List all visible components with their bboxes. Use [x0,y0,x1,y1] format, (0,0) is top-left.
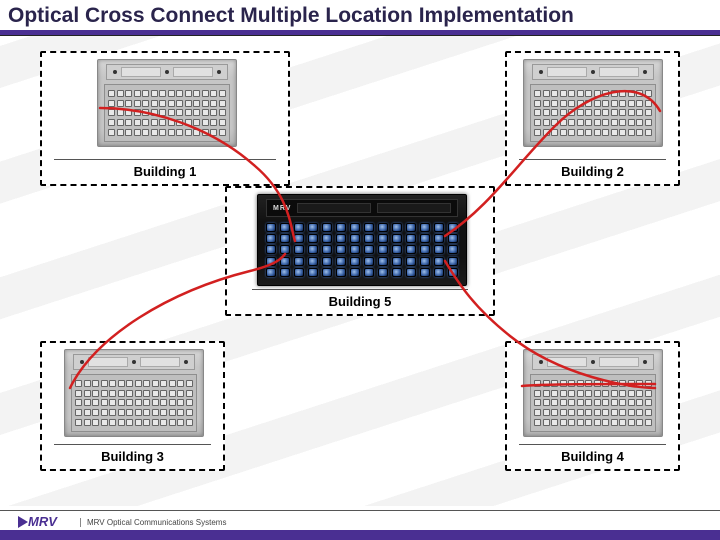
switch-top-panel [106,64,228,80]
diagram-stage: Building 1 Building 2 MRV Building 5 [0,36,720,506]
building-5-box: MRV Building 5 [225,186,495,316]
building-2-box: Building 2 [505,51,680,186]
footer-brand: MRV [28,514,57,529]
building-1-switch [97,59,237,147]
building-4-label: Building 4 [561,449,624,464]
footer-bar: MRV MRV Optical Communications Systems [0,510,720,540]
footer-logo: MRV [18,514,57,529]
slide-title: Optical Cross Connect Multiple Location … [0,0,720,30]
switch-top-panel [532,354,654,370]
building-4-box: Building 4 [505,341,680,471]
building-3-label: Building 3 [101,449,164,464]
building-5-label: Building 5 [329,294,392,309]
building-2-switch [523,59,663,147]
switch-port-grid [104,84,230,142]
device-brand-label: MRV [273,205,291,212]
central-port-grid [266,221,458,279]
footer-accent-strip [0,530,720,540]
switch-port-grid [71,374,197,432]
building-2-label: Building 2 [561,164,624,179]
logo-triangle-icon [18,516,28,528]
building-1-label: Building 1 [134,164,197,179]
building-4-switch [523,349,663,437]
switch-port-grid [530,374,656,432]
building-3-box: Building 3 [40,341,225,471]
building-3-switch [64,349,204,437]
central-top-panel: MRV [266,199,458,217]
footer-tagline: MRV Optical Communications Systems [80,518,226,527]
switch-top-panel [532,64,654,80]
switch-port-grid [530,84,656,142]
building-1-box: Building 1 [40,51,290,186]
central-cross-connect: MRV [257,194,467,286]
switch-top-panel [73,354,195,370]
